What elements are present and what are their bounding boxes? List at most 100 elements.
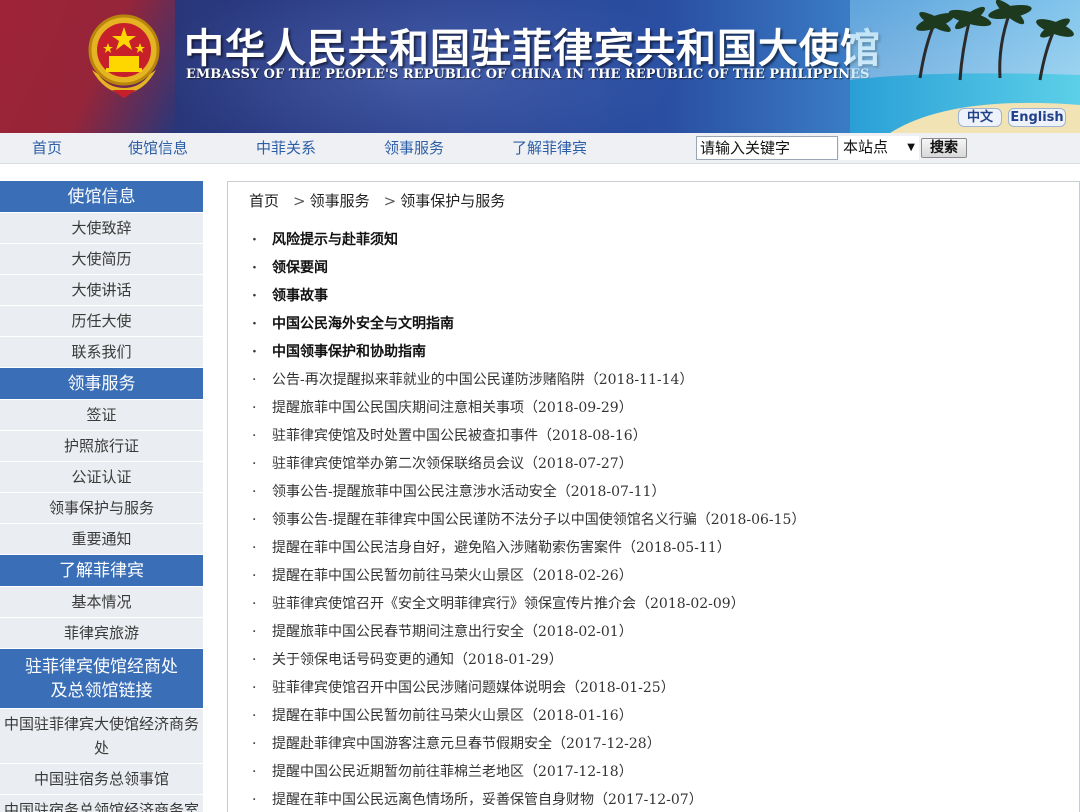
- nav-item-home[interactable]: 首页: [32, 133, 62, 164]
- news-item-title: 驻菲律宾使馆召开中国公民涉赌问题媒体说明会（2018-01-25）: [272, 680, 675, 696]
- category-link-text: 风险提示与赴菲须知: [272, 232, 398, 248]
- bullet: ·: [252, 260, 257, 276]
- sidebar-item-basic-info[interactable]: 基本情况: [0, 587, 203, 618]
- sidebar-item-notarization[interactable]: 公证认证: [0, 462, 203, 493]
- news-item[interactable]: · 公告-再次提醒拟来菲就业的中国公民谨防涉赌陷阱（2018-11-14）: [252, 366, 1072, 394]
- sidebar: 使馆信息 大使致辞 大使简历 大使讲话 历任大使 联系我们 领事服务 签证 护照…: [0, 181, 203, 812]
- category-link[interactable]: · 领保要闻: [252, 254, 1072, 282]
- sidebar-item-passport[interactable]: 护照旅行证: [0, 431, 203, 462]
- category-link[interactable]: · 领事故事: [252, 282, 1072, 310]
- news-item-title: 提醒在菲中国公民洁身自好，避免陷入涉赌勒索伤害案件（2018-05-11）: [272, 540, 731, 556]
- news-item-title: 提醒旅菲中国公民春节期间注意出行安全（2018-02-01）: [272, 624, 633, 640]
- site-title-en: EMBASSY OF THE PEOPLE'S REPUBLIC OF CHIN…: [186, 67, 870, 82]
- nav-item-relations[interactable]: 中菲关系: [256, 133, 316, 164]
- breadcrumb-home[interactable]: 首页: [249, 192, 279, 210]
- sidebar-heading-philippines: 了解菲律宾: [0, 555, 203, 587]
- sidebar-item-contact-us[interactable]: 联系我们: [0, 337, 203, 368]
- category-link[interactable]: · 风险提示与赴菲须知: [252, 226, 1072, 254]
- news-item-title: 驻菲律宾使馆及时处置中国公民被查扣事件（2018-08-16）: [272, 428, 647, 444]
- lang-en-button[interactable]: English: [1008, 108, 1066, 127]
- nav-item-embassy-info[interactable]: 使馆信息: [128, 133, 188, 164]
- sidebar-item-ambassador-speech[interactable]: 大使致辞: [0, 213, 203, 244]
- search-scope-select[interactable]: 本站点 ▼: [839, 136, 919, 160]
- search-input[interactable]: 请输入关键字: [696, 136, 838, 160]
- news-item-title: 提醒在菲中国公民暂勿前往马荣火山景区（2018-02-26）: [272, 568, 633, 584]
- bullet: ·: [252, 372, 257, 388]
- bullet: ·: [252, 596, 257, 612]
- bullet: ·: [252, 708, 257, 724]
- news-item-title: 领事公告-提醒在菲律宾中国公民谨防不法分子以中国使领馆名义行骗（2018-06-…: [272, 512, 806, 528]
- bullet: ·: [252, 736, 257, 752]
- bullet: ·: [252, 652, 257, 668]
- news-list: · 风险提示与赴菲须知 · 领保要闻 · 领事故事 · 中国公民海外安全与文明指南 · 中…: [252, 226, 1072, 812]
- bullet: ·: [252, 344, 257, 360]
- news-item[interactable]: · 驻菲律宾使馆及时处置中国公民被查扣事件（2018-08-16）: [252, 422, 1072, 450]
- bullet: ·: [252, 680, 257, 696]
- sidebar-item-commercial-office[interactable]: 中国驻菲律宾大使馆经济商务处: [0, 709, 203, 764]
- news-item[interactable]: · 驻菲律宾使馆举办第二次领保联络员会议（2018-07-27）: [252, 450, 1072, 478]
- news-item[interactable]: · 驻菲律宾使馆召开中国公民涉赌问题媒体说明会（2018-01-25）: [252, 674, 1072, 702]
- news-item[interactable]: · 提醒赴菲律宾中国游客注意元旦春节假期安全（2017-12-28）: [252, 730, 1072, 758]
- news-item-title: 提醒在菲中国公民暂勿前往马荣火山景区（2018-01-16）: [272, 708, 633, 724]
- news-item[interactable]: · 领事公告-提醒旅菲中国公民注意涉水活动安全（2018-07-11）: [252, 478, 1072, 506]
- lang-cn-button[interactable]: 中文: [958, 108, 1002, 127]
- nav-item-consular[interactable]: 领事服务: [384, 133, 444, 164]
- news-item[interactable]: · 提醒旅菲中国公民国庆期间注意相关事项（2018-09-29）: [252, 394, 1072, 422]
- header-banner: 中华人民共和国驻菲律宾共和国大使馆 EMBASSY OF THE PEOPLE'…: [0, 0, 1080, 133]
- news-item[interactable]: · 领事公告-提醒在菲律宾中国公民谨防不法分子以中国使领馆名义行骗（2018-06…: [252, 506, 1072, 534]
- news-item-title: 提醒中国公民近期暂勿前往菲棉兰老地区（2017-12-18）: [272, 764, 633, 780]
- bullet: ·: [252, 316, 257, 332]
- bullet: ·: [252, 568, 257, 584]
- breadcrumb-consular[interactable]: 领事服务: [310, 192, 370, 210]
- news-item[interactable]: · 驻菲律宾使馆召开《安全文明菲律宾行》领保宣传片推介会（2018-02-09）: [252, 590, 1072, 618]
- bullet: ·: [252, 540, 257, 556]
- category-link[interactable]: · 中国领事保护和协助指南: [252, 338, 1072, 366]
- news-item[interactable]: · 提醒旅菲中国公民春节期间注意出行安全（2018-02-01）: [252, 618, 1072, 646]
- news-item[interactable]: · 提醒在菲中国公民暂勿前往马荣火山景区（2018-02-26）: [252, 562, 1072, 590]
- news-item-title: 驻菲律宾使馆举办第二次领保联络员会议（2018-07-27）: [272, 456, 633, 472]
- sidebar-item-former-ambassadors[interactable]: 历任大使: [0, 306, 203, 337]
- category-link-text: 中国公民海外安全与文明指南: [272, 316, 454, 332]
- category-link[interactable]: · 中国公民海外安全与文明指南: [252, 310, 1072, 338]
- news-item[interactable]: · 关于领保电话号码变更的通知（2018-01-29）: [252, 646, 1072, 674]
- breadcrumb-separator: >: [383, 192, 397, 210]
- dropdown-arrow-icon: ▼: [907, 142, 915, 153]
- search-button[interactable]: 搜索: [921, 138, 967, 158]
- bullet: ·: [252, 764, 257, 780]
- sidebar-item-tourism[interactable]: 菲律宾旅游: [0, 618, 203, 649]
- news-item-title: 提醒在菲中国公民远离色情场所，妥善保管自身财物（2017-12-07）: [272, 792, 703, 808]
- sidebar-item-ambassador-bio[interactable]: 大使简历: [0, 244, 203, 275]
- bullet: ·: [252, 456, 257, 472]
- news-item-title: 提醒旅菲中国公民国庆期间注意相关事项（2018-09-29）: [272, 400, 633, 416]
- news-item[interactable]: · 提醒中国公民近期暂勿前往菲棉兰老地区（2017-12-18）: [252, 758, 1072, 786]
- news-item-title: 公告-再次提醒拟来菲就业的中国公民谨防涉赌陷阱（2018-11-14）: [272, 372, 694, 388]
- news-item-title: 提醒赴菲律宾中国游客注意元旦春节假期安全（2017-12-28）: [272, 736, 661, 752]
- news-item[interactable]: · 提醒在菲中国公民暂勿前往马荣火山景区（2018-01-16）: [252, 702, 1072, 730]
- bullet: ·: [252, 428, 257, 444]
- sidebar-heading-links-line1: 驻菲律宾使馆经商处: [25, 657, 178, 677]
- sidebar-heading-consular: 领事服务: [0, 368, 203, 400]
- sidebar-item-cebu-consulate[interactable]: 中国驻宿务总领事馆: [0, 764, 203, 795]
- site-title-cn: 中华人民共和国驻菲律宾共和国大使馆: [184, 25, 881, 72]
- nav-item-philippines[interactable]: 了解菲律宾: [512, 133, 587, 164]
- bullet: ·: [252, 484, 257, 500]
- main-content: 首页 > 领事服务 > 领事保护与服务 · 风险提示与赴菲须知 · 领保要闻 · 领事故事 ·…: [227, 181, 1080, 812]
- sidebar-item-notices[interactable]: 重要通知: [0, 524, 203, 555]
- bullet: ·: [252, 288, 257, 304]
- sidebar-item-visa[interactable]: 签证: [0, 400, 203, 431]
- news-item-title: 领事公告-提醒旅菲中国公民注意涉水活动安全（2018-07-11）: [272, 484, 666, 500]
- category-link-text: 领保要闻: [272, 260, 328, 276]
- sidebar-item-ambassador-remarks[interactable]: 大使讲话: [0, 275, 203, 306]
- bullet: ·: [252, 512, 257, 528]
- news-item[interactable]: · 提醒在菲中国公民远离色情场所，妥善保管自身财物（2017-12-07）: [252, 786, 1072, 812]
- sidebar-heading-embassy-info: 使馆信息: [0, 181, 203, 213]
- bullet: ·: [252, 400, 257, 416]
- sidebar-item-cebu-commercial[interactable]: 中国驻宿务总领馆经济商务室: [0, 795, 203, 812]
- sidebar-heading-links: 驻菲律宾使馆经商处 及总领馆链接: [0, 649, 203, 709]
- news-item[interactable]: · 提醒在菲中国公民洁身自好，避免陷入涉赌勒索伤害案件（2018-05-11）: [252, 534, 1072, 562]
- sidebar-item-consular-protection[interactable]: 领事保护与服务: [0, 493, 203, 524]
- bullet: ·: [252, 792, 257, 808]
- search-scope-value: 本站点: [843, 138, 889, 156]
- news-item-title: 驻菲律宾使馆召开《安全文明菲律宾行》领保宣传片推介会（2018-02-09）: [272, 596, 745, 612]
- national-emblem-icon: [88, 14, 160, 98]
